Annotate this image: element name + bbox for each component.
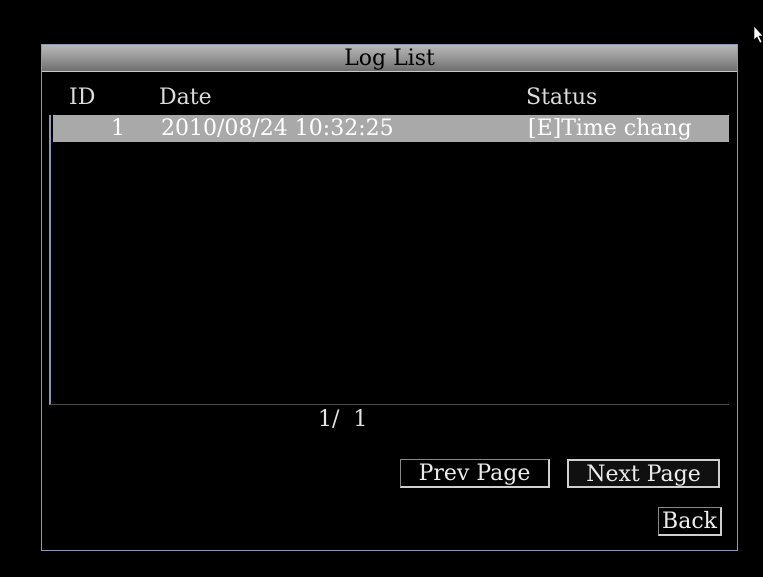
log-list-dialog: Log List ID Date Status 1 2010/08/24 10:…: [41, 44, 738, 551]
prev-page-button[interactable]: Prev Page: [400, 459, 550, 488]
log-row-status: [E]Time chang: [528, 116, 692, 141]
log-list[interactable]: 1 2010/08/24 10:32:25 [E]Time chang: [49, 115, 729, 405]
dialog-title: Log List: [344, 46, 435, 71]
column-header-date: Date: [159, 85, 212, 110]
log-row[interactable]: 1 2010/08/24 10:32:25 [E]Time chang: [53, 115, 729, 142]
page-indicator: 1/ 1: [318, 407, 368, 432]
column-header-id: ID: [69, 85, 96, 110]
mouse-pointer-icon: [754, 26, 763, 44]
back-button[interactable]: Back: [658, 507, 722, 536]
log-row-id: 1: [111, 116, 125, 141]
dvr-screen: Log List ID Date Status 1 2010/08/24 10:…: [0, 0, 763, 577]
next-page-button[interactable]: Next Page: [567, 459, 720, 488]
title-bar: Log List: [42, 45, 737, 72]
log-row-date: 2010/08/24 10:32:25: [161, 116, 394, 141]
column-header-status: Status: [526, 85, 598, 110]
